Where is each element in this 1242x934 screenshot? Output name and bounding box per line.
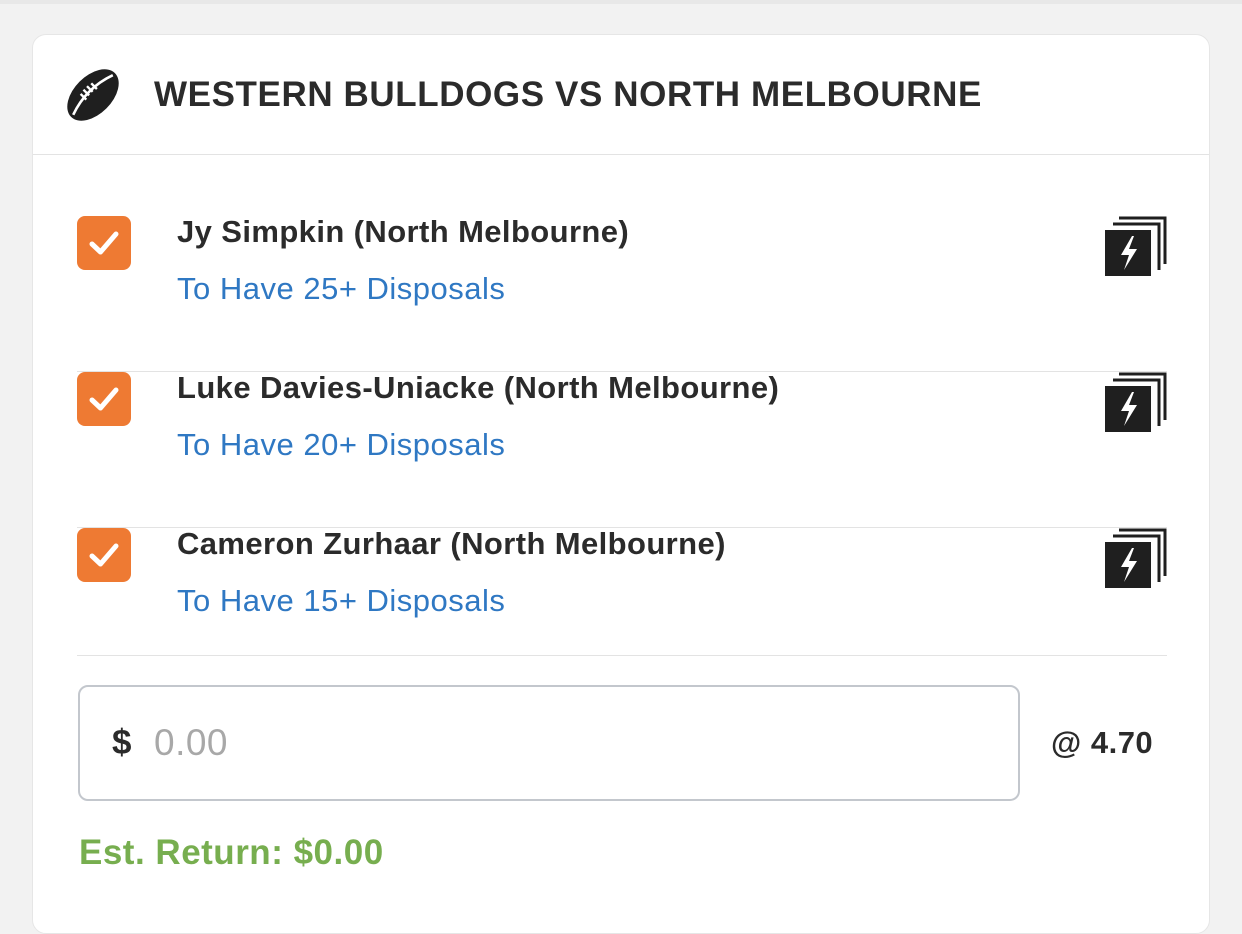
quick-multi-icon[interactable] [1105, 216, 1167, 278]
checkmark-icon [89, 543, 119, 567]
match-title: WESTERN BULLDOGS VS NORTH MELBOURNE [154, 75, 982, 114]
combined-odds: @ 4.70 [1051, 725, 1154, 760]
runner-name: Luke Davies-Uniacke (North Melbourne) [177, 370, 780, 405]
quick-multi-icon[interactable] [1105, 528, 1167, 590]
selection-row: Cameron Zurhaar (North Melbourne) To Hav… [77, 526, 1167, 656]
selection-row: Luke Davies-Uniacke (North Melbourne) To… [77, 370, 1167, 528]
top-divider [0, 0, 1242, 4]
currency-symbol: $ [112, 723, 132, 762]
selection-checkbox[interactable] [77, 528, 131, 582]
selection-checkbox[interactable] [77, 372, 131, 426]
match-header: WESTERN BULLDOGS VS NORTH MELBOURNE [33, 35, 1209, 155]
bet-card: WESTERN BULLDOGS VS NORTH MELBOURNE Jy S… [32, 34, 1210, 934]
runner-name: Jy Simpkin (North Melbourne) [177, 214, 630, 249]
football-icon [67, 69, 119, 121]
quick-multi-icon[interactable] [1105, 372, 1167, 434]
estimated-return: Est. Return: $0.00 [79, 833, 384, 872]
stake-field[interactable]: $ [78, 685, 1020, 801]
checkmark-icon [89, 387, 119, 411]
selection-row: Jy Simpkin (North Melbourne) To Have 25+… [77, 214, 1167, 372]
checkmark-icon [89, 231, 119, 255]
market-link[interactable]: To Have 15+ Disposals [177, 583, 505, 619]
market-link[interactable]: To Have 25+ Disposals [177, 271, 505, 307]
market-link[interactable]: To Have 20+ Disposals [177, 427, 505, 463]
selection-checkbox[interactable] [77, 216, 131, 270]
stake-input[interactable] [154, 717, 974, 769]
runner-name: Cameron Zurhaar (North Melbourne) [177, 526, 726, 561]
